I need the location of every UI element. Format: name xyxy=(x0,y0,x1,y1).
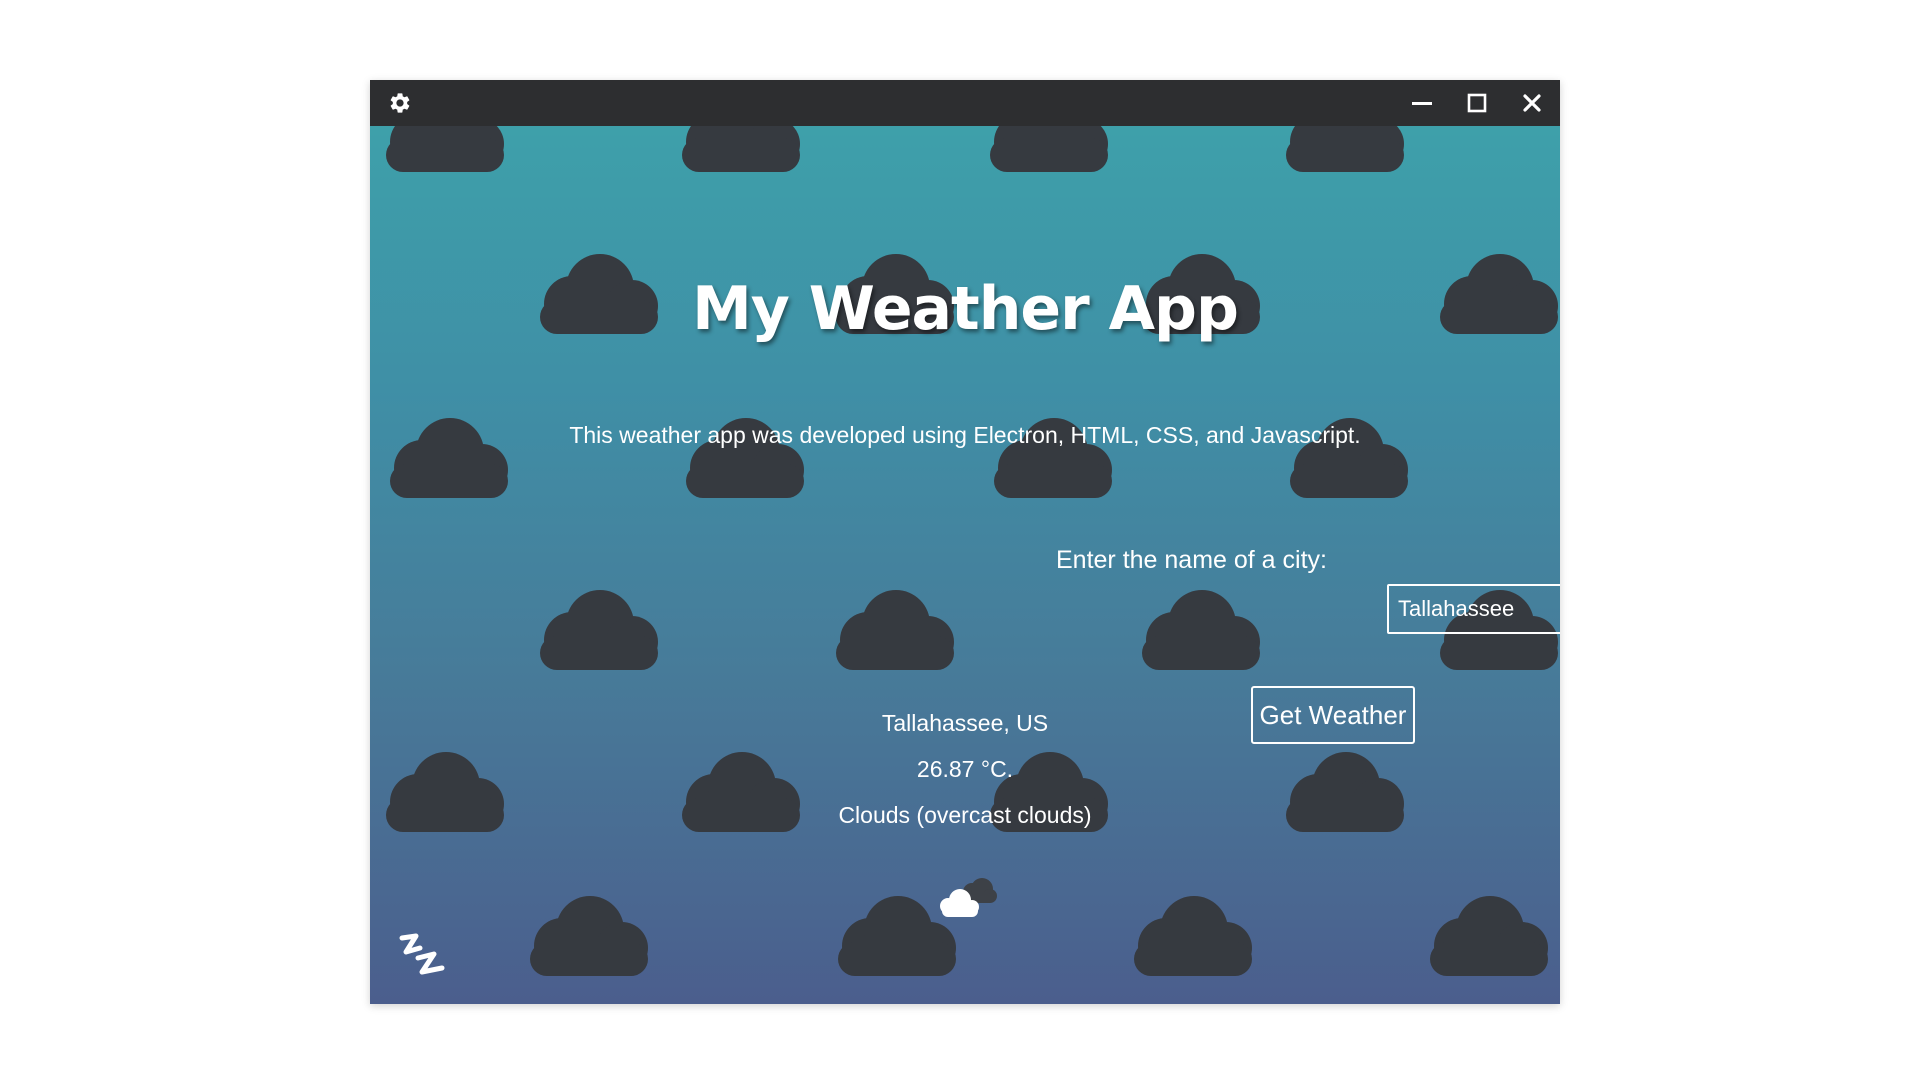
background-cloud-icon xyxy=(534,584,664,670)
background-cloud-icon xyxy=(380,126,510,172)
background-cloud-icon xyxy=(1424,890,1554,976)
app-title: My Weather App xyxy=(692,274,1239,344)
gear-icon[interactable] xyxy=(388,91,412,115)
app-window: My Weather App This weather app was deve… xyxy=(370,80,1560,1004)
result-location: Tallahassee, US xyxy=(881,710,1049,736)
overcast-clouds-icon xyxy=(932,876,998,920)
background-cloud-icon xyxy=(830,584,960,670)
title-bar xyxy=(370,80,1560,126)
city-label: Enter the name of a city: xyxy=(1056,546,1327,574)
close-icon[interactable] xyxy=(1520,91,1544,115)
background-cloud-icon xyxy=(1128,890,1258,976)
background-cloud-icon xyxy=(984,126,1114,172)
minimize-icon[interactable] xyxy=(1410,91,1434,115)
maximize-icon[interactable] xyxy=(1465,91,1489,115)
result-temperature: 26.87 °C. xyxy=(916,756,1014,782)
city-input[interactable] xyxy=(1387,584,1560,634)
zz-logo-icon xyxy=(396,928,448,980)
app-content xyxy=(370,126,1560,1004)
app-description: This weather app was developed using Ele… xyxy=(569,422,1361,448)
background-cloud-icon xyxy=(1280,126,1410,172)
background-cloud-icon xyxy=(524,890,654,976)
background-cloud-icon xyxy=(676,126,806,172)
background-cloud-icon xyxy=(1136,584,1266,670)
result-condition: Clouds (overcast clouds) xyxy=(838,802,1092,828)
